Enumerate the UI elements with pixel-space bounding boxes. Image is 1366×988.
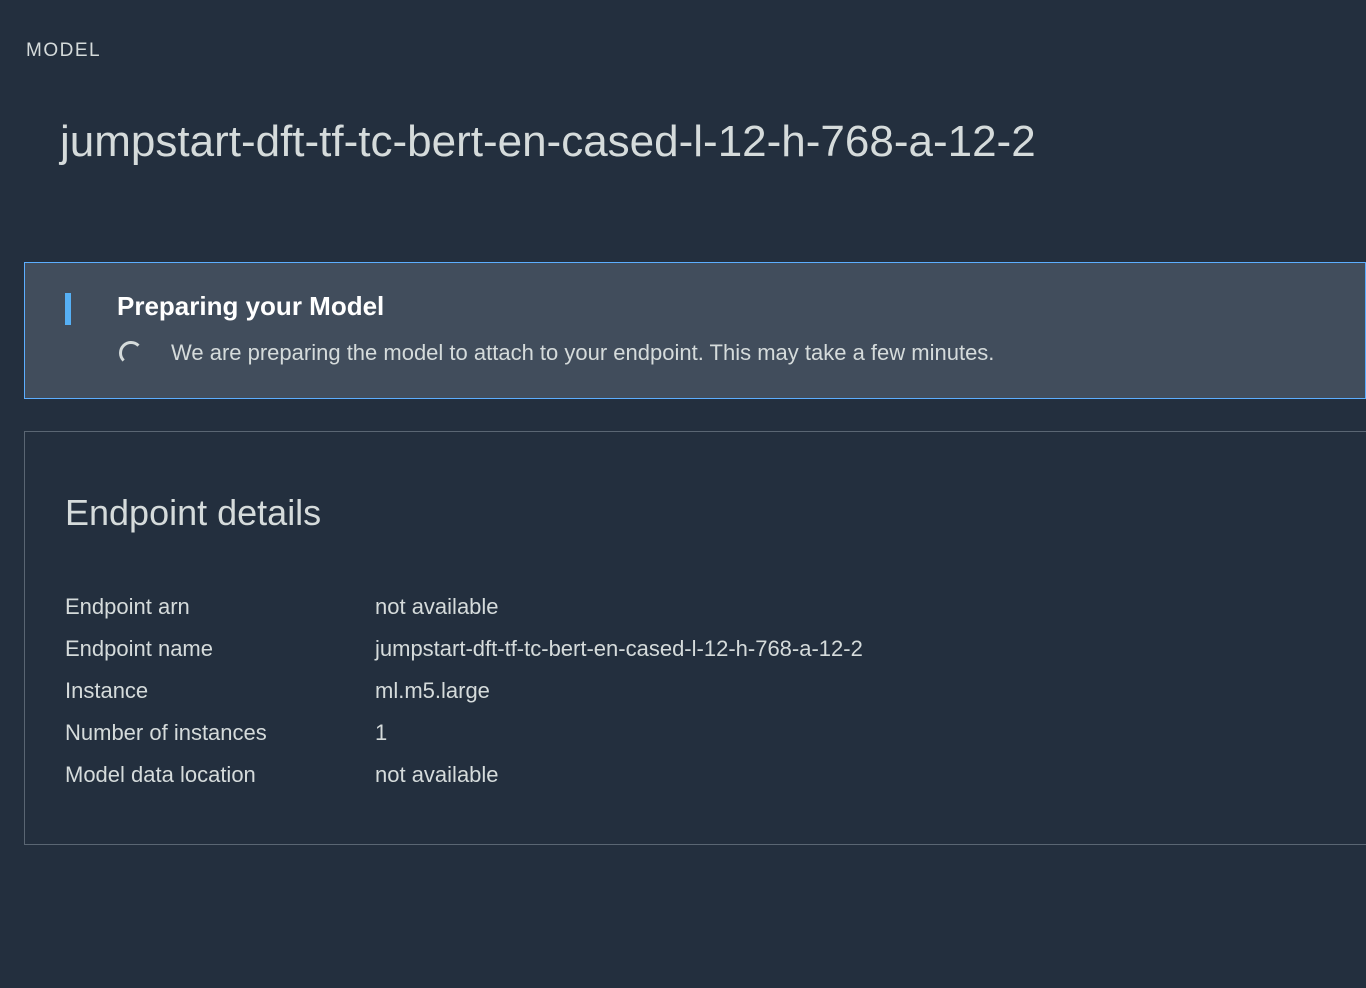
spinner-icon: [119, 341, 143, 365]
detail-value: jumpstart-dft-tf-tc-bert-en-cased-l-12-h…: [375, 636, 863, 662]
breadcrumb[interactable]: MODEL: [0, 0, 1366, 62]
detail-row-model-data-location: Model data location not available: [65, 762, 1326, 788]
alert-title: Preparing your Model: [117, 291, 1325, 322]
endpoint-details-panel: Endpoint details Endpoint arn not availa…: [24, 431, 1366, 845]
detail-row-instance: Instance ml.m5.large: [65, 678, 1326, 704]
detail-value: not available: [375, 762, 499, 788]
panel-title: Endpoint details: [65, 492, 1326, 534]
detail-label: Number of instances: [65, 720, 375, 746]
alert-message: We are preparing the model to attach to …: [171, 340, 994, 366]
detail-label: Endpoint arn: [65, 594, 375, 620]
alert-accent-bar: [65, 293, 71, 325]
detail-value: 1: [375, 720, 387, 746]
detail-row-endpoint-name: Endpoint name jumpstart-dft-tf-tc-bert-e…: [65, 636, 1326, 662]
detail-label: Model data location: [65, 762, 375, 788]
detail-label: Endpoint name: [65, 636, 375, 662]
detail-value: ml.m5.large: [375, 678, 490, 704]
detail-label: Instance: [65, 678, 375, 704]
detail-row-endpoint-arn: Endpoint arn not available: [65, 594, 1326, 620]
detail-value: not available: [375, 594, 499, 620]
page-title: jumpstart-dft-tf-tc-bert-en-cased-l-12-h…: [0, 62, 1366, 167]
preparing-model-alert: Preparing your Model We are preparing th…: [24, 262, 1366, 399]
detail-row-num-instances: Number of instances 1: [65, 720, 1326, 746]
